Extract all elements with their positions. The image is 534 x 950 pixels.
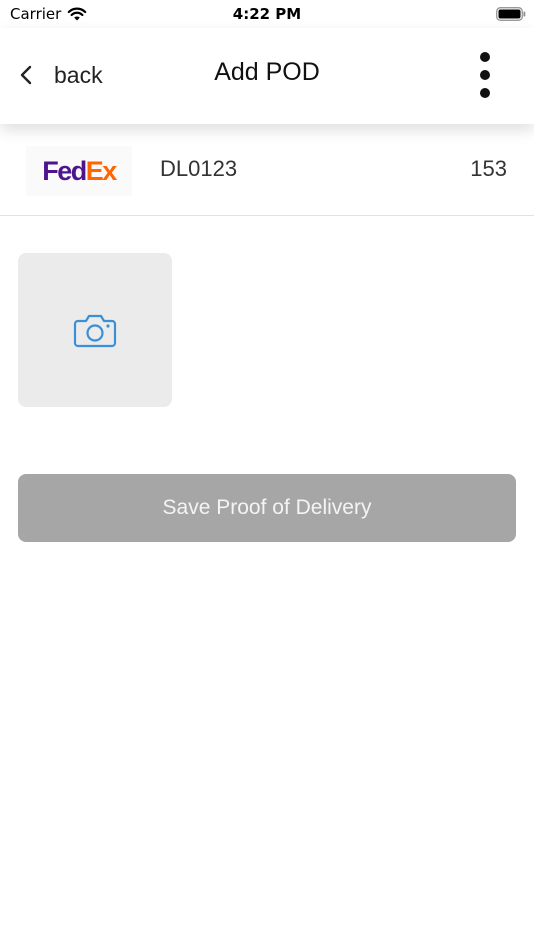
fedex-logo: Fed Ex [26, 146, 132, 196]
camera-icon [73, 314, 117, 348]
more-vertical-icon [480, 52, 490, 62]
more-vertical-icon-dot [480, 70, 490, 80]
add-photo-button[interactable] [18, 253, 172, 407]
shipment-row: Fed Ex DL0123 153 [0, 124, 534, 216]
save-proof-of-delivery-button[interactable]: Save Proof of Delivery [18, 474, 516, 542]
back-button[interactable]: back [18, 58, 103, 92]
chevron-left-icon [20, 65, 32, 85]
status-bar: Carrier 4:22 PM [0, 0, 534, 28]
navigation-bar: back Add POD [0, 28, 534, 124]
more-vertical-icon-dot [480, 88, 490, 98]
logo-fed-text: Fed [42, 155, 87, 186]
status-time: 4:22 PM [232, 5, 302, 23]
back-label: back [54, 61, 103, 88]
battery-icon [496, 7, 526, 21]
logo-ex-text: Ex [85, 155, 118, 186]
more-options-button[interactable] [470, 50, 500, 100]
package-quantity: 153 [470, 156, 507, 181]
tracking-id: DL0123 [160, 156, 238, 181]
